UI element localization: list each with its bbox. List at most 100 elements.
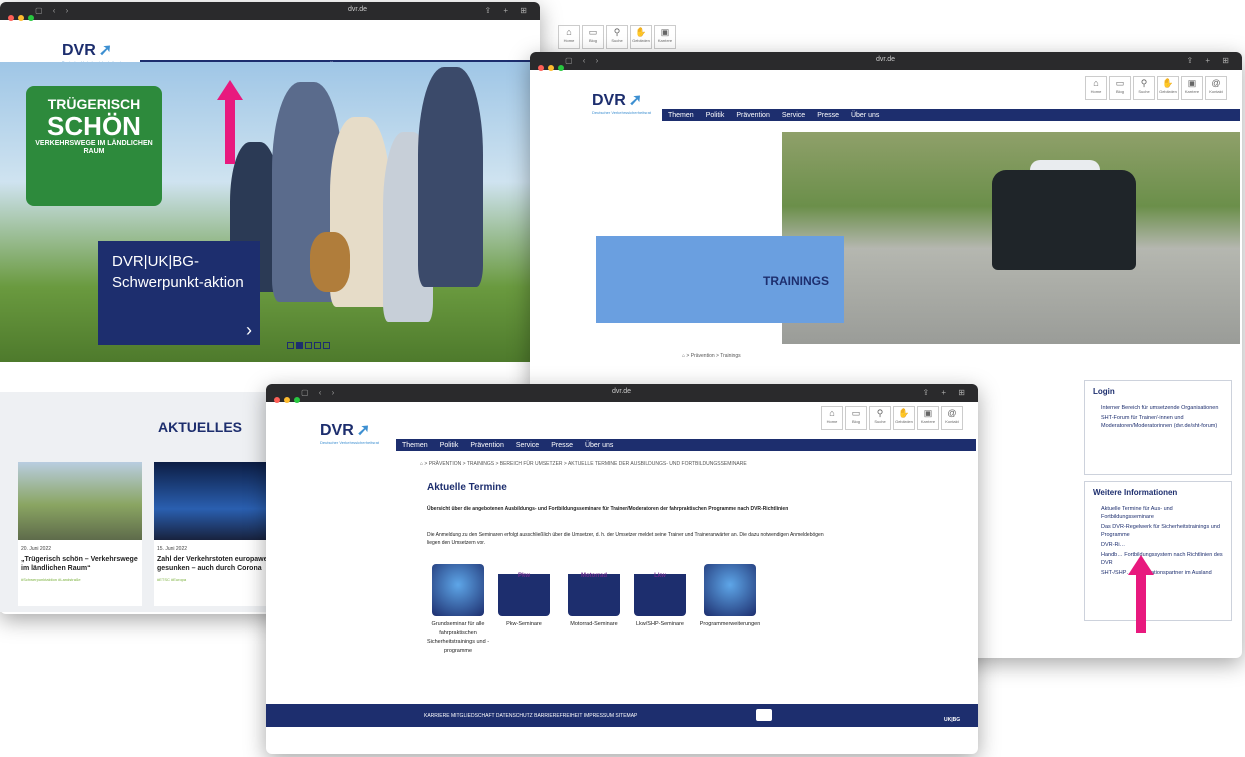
logo-arrow-icon: ➚ <box>356 422 371 439</box>
pkw-icon: Pkw <box>498 564 550 616</box>
toolbar-icons: ⌂ Home ▭ Blog ⚲ Suche ✋ Gebärden ▣ Karriere @… <box>819 406 963 430</box>
programm-icon <box>704 564 756 616</box>
sign-language-icon[interactable]: ✋ Gebärden <box>1157 76 1179 100</box>
logo-arrow-icon: ➚ <box>628 92 643 109</box>
window-controls[interactable] <box>8 8 38 26</box>
motorrad-icon: Motorrad <box>568 564 620 616</box>
annotation-arrow-icon <box>217 80 243 164</box>
title-bar: ▢ ‹ › dvr.de ⇪ + ⊞ <box>530 52 1242 71</box>
toolbar-icons: ⌂ Home ▭ Blog ⚲ Suche ✋ Gebärden ▣ Karriere @… <box>1083 76 1227 100</box>
career-icon[interactable]: ▣ Karriere <box>1181 76 1203 100</box>
url-bar[interactable]: dvr.de <box>876 56 895 63</box>
footer-links[interactable]: KARRIERE MITGLIEDSCHAFT DATENSCHUTZ BARR… <box>424 713 637 719</box>
info-link[interactable]: SHT-/SHP… Kooperationspartner im Ausland <box>1101 569 1223 577</box>
nav-service[interactable]: Service <box>510 442 545 449</box>
share-icon[interactable]: ⇪ + ⊞ <box>1186 56 1234 65</box>
info-link[interactable]: Handb… Fortbildungssystem nach Richtlini… <box>1101 551 1223 567</box>
tab-controls[interactable]: ▢ ‹ › <box>35 6 72 15</box>
intro-text: Die Anmeldung zu den Seminaren erfolgt a… <box>427 532 824 546</box>
tile-label: Grundseminar für alle fahrpraktischen Si… <box>426 621 490 654</box>
contact-icon[interactable]: @ Kontakt <box>1205 76 1227 100</box>
nav-politik[interactable]: Politik <box>434 442 465 449</box>
info-link[interactable]: Aktuelle Termine für Aus- und Fortbildun… <box>1101 505 1223 521</box>
share-icon[interactable]: ⇪ + ⊞ <box>484 6 532 15</box>
tile-label: Motorrad-Seminare <box>570 621 618 627</box>
nav-themen[interactable]: Themen <box>662 112 700 119</box>
grundseminar-icon <box>432 564 484 616</box>
nav-praevention[interactable]: Prävention <box>730 112 775 119</box>
seminar-tile-lkw[interactable]: Lkw Lkw/SHP-Seminare <box>624 564 696 629</box>
career-icon[interactable]: ▣ Karriere <box>917 406 939 430</box>
nav-politik[interactable]: Politik <box>700 112 731 119</box>
login-link[interactable]: Interner Bereich für umsetzende Organisa… <box>1101 404 1223 412</box>
tile-label: Pkw-Seminare <box>506 621 542 627</box>
news-title: Zahl der Verkehrstoten europaweit gesunk… <box>157 556 272 572</box>
tile-label: Programmerweiterungen <box>699 621 761 627</box>
info-link[interactable]: Das DVR-Regelwerk für Sicherheitstrainin… <box>1101 523 1223 539</box>
info-link[interactable]: DVR-Ri… <box>1101 541 1223 549</box>
lkw-icon: Lkw <box>634 564 686 616</box>
tile-label: Lkw/SHP-Seminare <box>636 621 684 627</box>
home-icon[interactable]: ⌂ Home <box>558 25 580 49</box>
nav-ueber-uns[interactable]: Über uns <box>845 112 885 119</box>
news-date: 20. Juni 2022 <box>21 546 52 552</box>
logo-arrow-icon: ➚ <box>98 42 113 59</box>
news-tags: #Schwerpunktaktion #Landstraße <box>21 577 81 582</box>
window-controls[interactable] <box>538 58 568 76</box>
toolbar-icons: ⌂ Home ▭ Blog ⚲ Suche ✋ Gebärden ▣ Karriere <box>556 25 676 49</box>
tab-controls[interactable]: ▢ ‹ › <box>301 388 338 397</box>
career-icon[interactable]: ▣ Karriere <box>654 25 676 49</box>
info-box: Weitere Informationen Aktuelle Termine f… <box>1084 481 1232 621</box>
login-box: Login Interner Bereich für umsetzende Or… <box>1084 380 1232 475</box>
login-link[interactable]: SHT-Forum für Trainer/-innen und Moderat… <box>1101 414 1223 430</box>
chevron-right-icon[interactable]: › <box>246 320 252 341</box>
login-title: Login <box>1093 387 1115 396</box>
intro-bold: Übersicht über die angebotenen Ausbildun… <box>427 506 789 512</box>
home-icon[interactable]: ⌂ Home <box>821 406 843 430</box>
sign-language-icon[interactable]: ✋ Gebärden <box>893 406 915 430</box>
url-bar[interactable]: dvr.de <box>348 6 367 13</box>
seminar-tile-pkw[interactable]: Pkw Pkw-Seminare <box>496 564 552 629</box>
trainings-label: TRAININGS <box>596 236 844 323</box>
search-icon[interactable]: ⚲ Suche <box>606 25 628 49</box>
sign-language-icon[interactable]: ✋ Gebärden <box>630 25 652 49</box>
news-heading: AKTUELLES <box>158 419 242 435</box>
campaign-sign: TRÜGERISCH SCHÖN VERKEHRSWEGE IM LÄNDLIC… <box>26 86 162 206</box>
search-icon[interactable]: ⚲ Suche <box>1133 76 1155 100</box>
tab-controls[interactable]: ▢ ‹ › <box>565 56 602 65</box>
title-bar: ▢ ‹ › dvr.de ⇪ + ⊞ <box>266 384 978 403</box>
news-card[interactable]: 20. Juni 2022 „Trügerisch schön – Verkeh… <box>18 462 142 606</box>
seminar-tile-programmerweiterungen[interactable]: Programmerweiterungen <box>692 564 768 629</box>
contact-icon[interactable]: @ Kontakt <box>941 406 963 430</box>
news-tags: #ETSC #Europa <box>157 577 187 582</box>
main-nav: Themen Politik Prävention Service Presse… <box>662 109 1240 121</box>
blog-icon[interactable]: ▭ Blog <box>845 406 867 430</box>
search-icon[interactable]: ⚲ Suche <box>869 406 891 430</box>
annotation-arrow-icon <box>1128 555 1154 633</box>
nav-ueber-uns[interactable]: Über uns <box>579 442 619 449</box>
nav-presse[interactable]: Presse <box>545 442 579 449</box>
dvr-logo[interactable]: DVR➚Deutscher Verkehrssicherheitsrat <box>592 90 651 115</box>
footer-badge-icon[interactable] <box>756 709 772 721</box>
blog-icon[interactable]: ▭ Blog <box>1109 76 1131 100</box>
logo-text: DVR <box>62 42 96 59</box>
news-card[interactable]: 15. Juni 2022 Zahl der Verkehrstoten eur… <box>154 462 278 606</box>
url-bar[interactable]: dvr.de <box>612 388 631 395</box>
nav-praevention[interactable]: Prävention <box>464 442 509 449</box>
nav-presse[interactable]: Presse <box>811 112 845 119</box>
hero-title: DVR|UK|BG-Schwerpunkt-aktion <box>112 253 244 291</box>
share-icon[interactable]: ⇪ + ⊞ <box>922 388 970 397</box>
page-title: Aktuelle Termine <box>427 482 507 493</box>
dvr-logo[interactable]: DVR➚Deutscher Verkehrssicherheitsrat <box>320 420 379 445</box>
blog-icon[interactable]: ▭ Blog <box>582 25 604 49</box>
hero-teaser[interactable]: DVR|UK|BG-Schwerpunkt-aktion › <box>98 241 260 345</box>
nav-themen[interactable]: Themen <box>396 442 434 449</box>
nav-service[interactable]: Service <box>776 112 811 119</box>
breadcrumb: ⌂ > Prävention > Trainings <box>682 353 741 359</box>
title-bar: ▢ ‹ › dvr.de ⇪ + ⊞ <box>0 2 540 21</box>
seminar-tile-grundseminar[interactable]: Grundseminar für alle fahrpraktischen Si… <box>425 564 491 656</box>
slider-pagination[interactable] <box>287 336 332 354</box>
home-icon[interactable]: ⌂ Home <box>1085 76 1107 100</box>
seminar-tile-motorrad[interactable]: Motorrad Motorrad-Seminare <box>558 564 630 629</box>
window-controls[interactable] <box>274 390 304 408</box>
